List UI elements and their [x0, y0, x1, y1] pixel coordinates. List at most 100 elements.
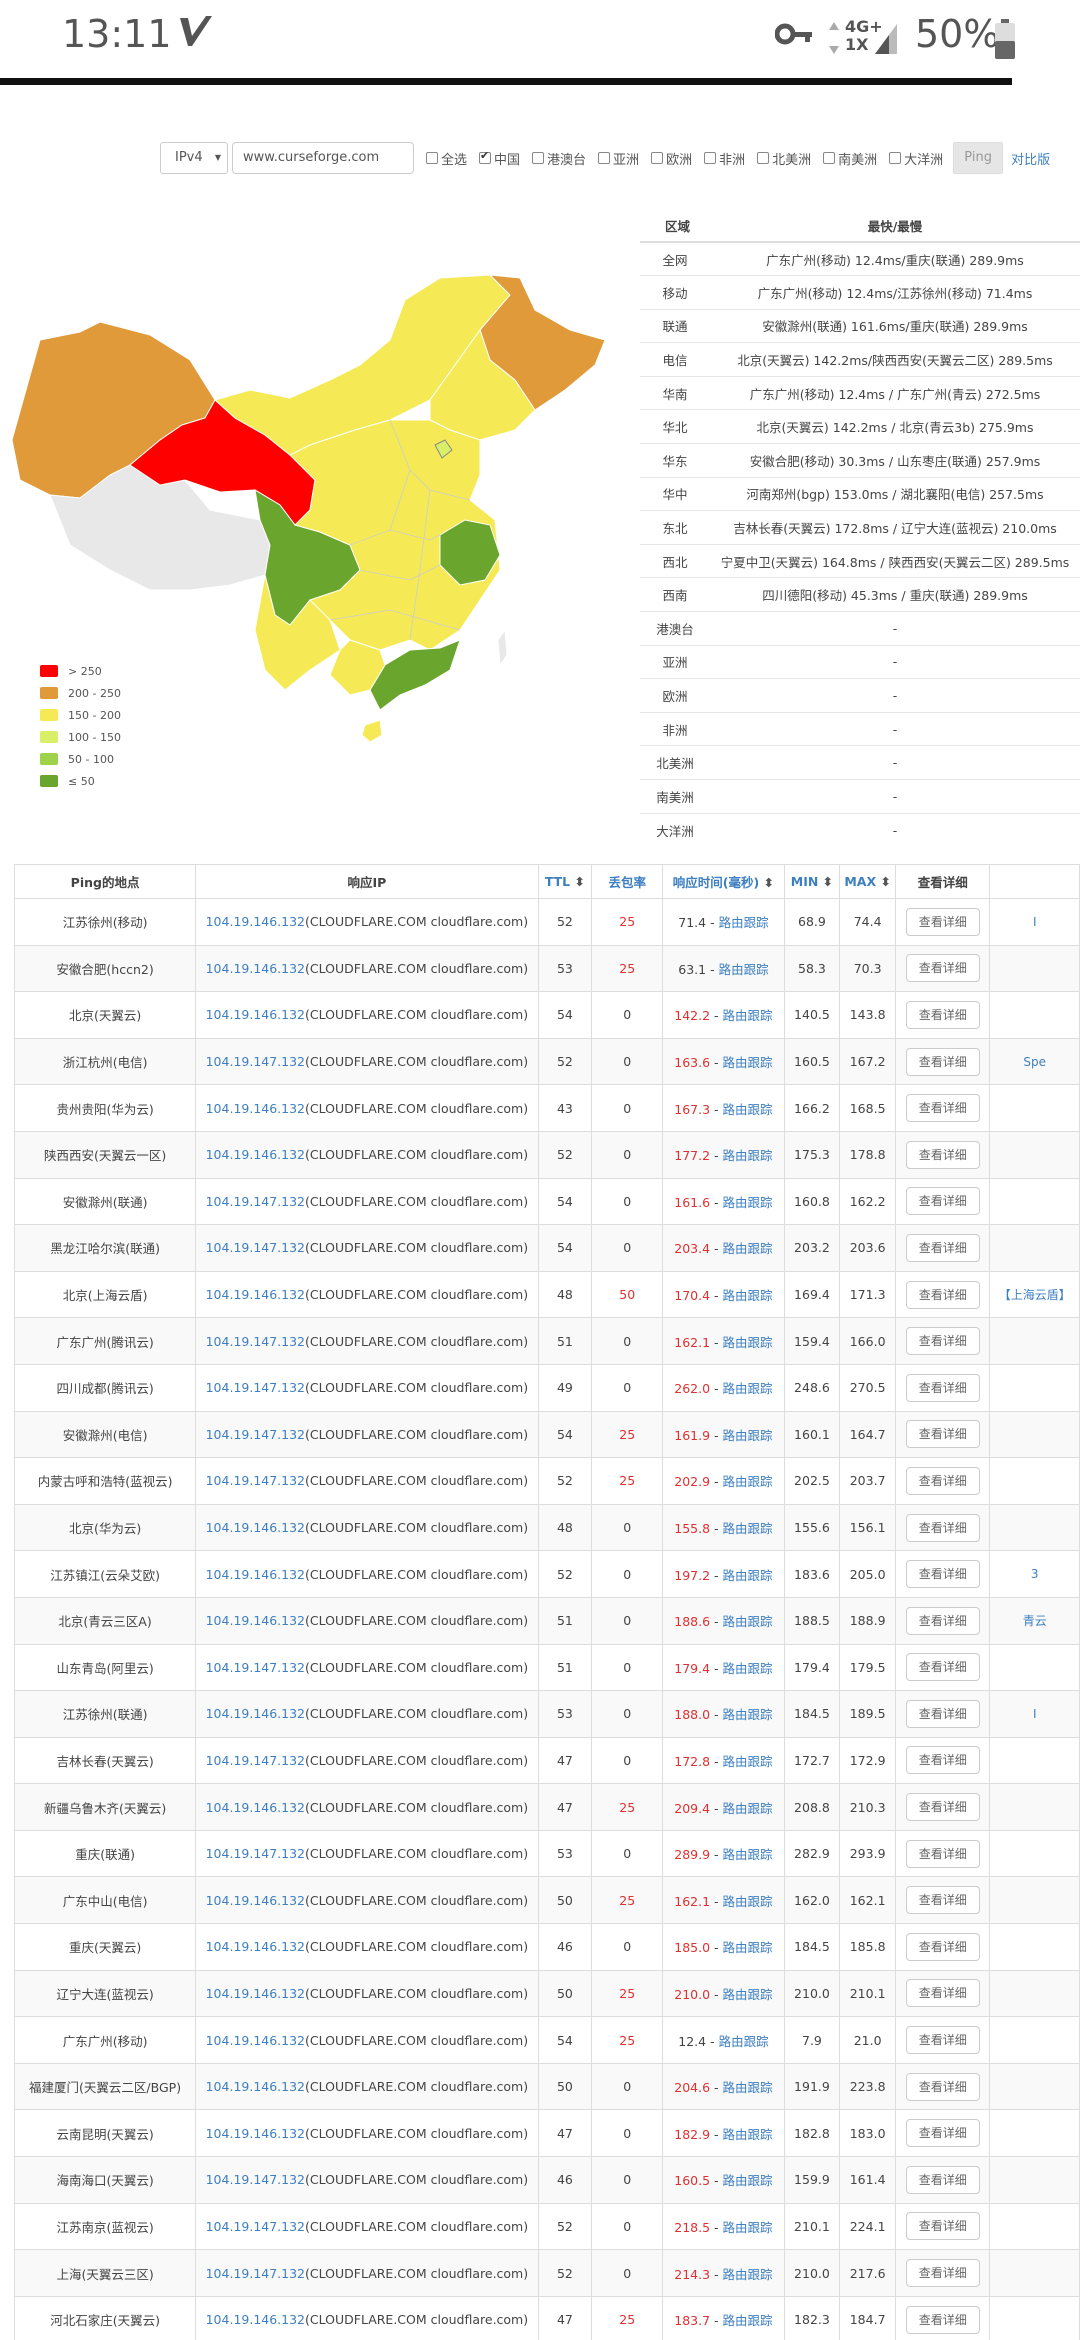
ip-link[interactable]: 104.19.147.132: [206, 1846, 305, 1861]
view-detail-button[interactable]: 查看详细: [905, 1932, 980, 1961]
trace-route-link[interactable]: 路由跟踪: [719, 915, 769, 930]
view-detail-button[interactable]: 查看详细: [905, 1653, 980, 1682]
view-detail-button[interactable]: 查看详细: [905, 1746, 980, 1775]
view-detail-button[interactable]: 查看详细: [905, 2259, 980, 2288]
url-input[interactable]: www.curseforge.com: [232, 142, 414, 174]
col-loss[interactable]: 丢包率: [591, 864, 664, 899]
checkbox-box[interactable]: [426, 152, 438, 164]
checkbox-all[interactable]: 全选: [426, 149, 467, 168]
ip-link[interactable]: 104.19.146.132: [206, 1706, 305, 1721]
trace-route-link[interactable]: 路由跟踪: [723, 2080, 773, 2095]
region-taiwan[interactable]: [497, 628, 508, 667]
ip-link[interactable]: 104.19.146.132: [206, 1147, 305, 1162]
trace-route-link[interactable]: 路由跟踪: [723, 1428, 773, 1443]
ip-link[interactable]: 104.19.146.132: [206, 1613, 305, 1628]
checkbox-africa[interactable]: 非洲: [704, 149, 745, 168]
view-detail-button[interactable]: 查看详细: [905, 2305, 980, 2334]
checkbox-europe[interactable]: 欧洲: [651, 149, 692, 168]
trace-route-link[interactable]: 路由跟踪: [723, 1102, 773, 1117]
trace-route-link[interactable]: 路由跟踪: [723, 1754, 773, 1769]
ip-link[interactable]: 104.19.147.132: [206, 1240, 305, 1255]
col-time[interactable]: 响应时间(毫秒) ⬍: [662, 864, 785, 899]
ip-link[interactable]: 104.19.146.132: [206, 1007, 305, 1022]
trace-route-link[interactable]: 路由跟踪: [723, 1195, 773, 1210]
checkbox-box[interactable]: [757, 152, 770, 164]
trace-route-link[interactable]: 路由跟踪: [723, 1987, 773, 2002]
ip-link[interactable]: 104.19.147.132: [206, 1334, 305, 1349]
checkbox-north-america[interactable]: 北美洲: [757, 149, 811, 168]
view-detail-button[interactable]: 查看详细: [905, 1327, 980, 1356]
view-detail-button[interactable]: 查看详细: [905, 1699, 980, 1728]
ip-link[interactable]: 104.19.147.132: [206, 1753, 305, 1768]
checkbox-asia[interactable]: 亚洲: [598, 149, 639, 168]
ip-link[interactable]: 104.19.146.132: [206, 2079, 305, 2094]
trace-route-link[interactable]: 路由跟踪: [723, 1894, 773, 1909]
ip-link[interactable]: 104.19.146.132: [206, 1567, 305, 1582]
region-hainan[interactable]: [361, 719, 383, 743]
col-max[interactable]: MAX ⬍: [839, 864, 897, 899]
ip-link[interactable]: 104.19.146.132: [206, 2312, 305, 2327]
ip-link[interactable]: 104.19.147.132: [206, 1473, 305, 1488]
view-detail-button[interactable]: 查看详细: [905, 1000, 980, 1029]
trace-route-link[interactable]: 路由跟踪: [723, 2173, 773, 2188]
checkbox-box[interactable]: [889, 152, 902, 164]
view-detail-button[interactable]: 查看详细: [905, 1187, 980, 1216]
trace-route-link[interactable]: 路由跟踪: [723, 1661, 773, 1676]
protocol-select[interactable]: IPv4 ▼: [160, 142, 228, 174]
ip-link[interactable]: 104.19.146.132: [206, 2033, 305, 2048]
view-detail-button[interactable]: 查看详细: [905, 2119, 980, 2148]
checkbox-hk-macao-tw[interactable]: 港澳台: [532, 149, 586, 168]
ip-link[interactable]: 104.19.147.132: [206, 2219, 305, 2234]
view-detail-button[interactable]: 查看详细: [905, 1047, 980, 1076]
view-detail-button[interactable]: 查看详细: [905, 2165, 980, 2194]
view-detail-button[interactable]: 查看详细: [905, 1140, 980, 1169]
col-min[interactable]: MIN ⬍: [783, 864, 841, 899]
ip-link[interactable]: 104.19.146.132: [206, 2126, 305, 2141]
trace-route-link[interactable]: 路由跟踪: [723, 1474, 773, 1489]
ip-link[interactable]: 104.19.146.132: [206, 1893, 305, 1908]
view-detail-button[interactable]: 查看详细: [905, 907, 980, 936]
trace-route-link[interactable]: 路由跟踪: [723, 1940, 773, 1955]
ip-link[interactable]: 104.19.146.132: [206, 914, 305, 929]
trace-route-link[interactable]: 路由跟踪: [723, 1568, 773, 1583]
trace-route-link[interactable]: 路由跟踪: [723, 1008, 773, 1023]
checkbox-box[interactable]: [598, 152, 611, 164]
trace-route-link[interactable]: 路由跟踪: [723, 1288, 773, 1303]
trace-route-link[interactable]: 路由跟踪: [723, 2127, 773, 2142]
col-ttl[interactable]: TTL ⬍: [537, 864, 593, 899]
view-detail-button[interactable]: 查看详细: [905, 1373, 980, 1402]
ip-link[interactable]: 104.19.146.132: [206, 961, 305, 976]
ip-link[interactable]: 104.19.146.132: [206, 1520, 305, 1535]
trace-route-link[interactable]: 路由跟踪: [723, 1521, 773, 1536]
view-detail-button[interactable]: 查看详细: [905, 1280, 980, 1309]
view-detail-button[interactable]: 查看详细: [905, 1979, 980, 2008]
trace-route-link[interactable]: 路由跟踪: [723, 1801, 773, 1816]
trace-route-link[interactable]: 路由跟踪: [723, 1707, 773, 1722]
ip-link[interactable]: 104.19.146.132: [206, 1939, 305, 1954]
view-detail-button[interactable]: 查看详细: [905, 2212, 980, 2241]
region-guangdong[interactable]: [369, 639, 461, 711]
checkbox-box[interactable]: [704, 152, 717, 164]
checkbox-box[interactable]: [479, 149, 492, 164]
view-detail-button[interactable]: 查看详细: [905, 1466, 980, 1495]
ping-button[interactable]: Ping: [953, 142, 1004, 174]
checkbox-box[interactable]: [823, 152, 836, 164]
view-detail-button[interactable]: 查看详细: [905, 1094, 980, 1123]
trace-route-link[interactable]: 路由跟踪: [723, 1241, 773, 1256]
ip-link[interactable]: 104.19.147.132: [206, 1194, 305, 1209]
ip-link[interactable]: 104.19.147.132: [206, 2172, 305, 2187]
view-detail-button[interactable]: 查看详细: [905, 1793, 980, 1822]
view-detail-button[interactable]: 查看详细: [905, 1513, 980, 1542]
view-detail-button[interactable]: 查看详细: [905, 1839, 980, 1868]
view-detail-button[interactable]: 查看详细: [905, 1233, 980, 1262]
ip-link[interactable]: 104.19.146.132: [206, 1986, 305, 2001]
ip-link[interactable]: 104.19.146.132: [206, 1800, 305, 1815]
view-detail-button[interactable]: 查看详细: [905, 2026, 980, 2055]
ip-link[interactable]: 104.19.147.132: [206, 1054, 305, 1069]
trace-route-link[interactable]: 路由跟踪: [723, 1381, 773, 1396]
trace-route-link[interactable]: 路由跟踪: [723, 2220, 773, 2235]
view-detail-button[interactable]: 查看详细: [905, 1420, 980, 1449]
view-detail-button[interactable]: 查看详细: [905, 1886, 980, 1915]
ip-link[interactable]: 104.19.147.132: [206, 2266, 305, 2281]
checkbox-box[interactable]: [532, 152, 545, 164]
